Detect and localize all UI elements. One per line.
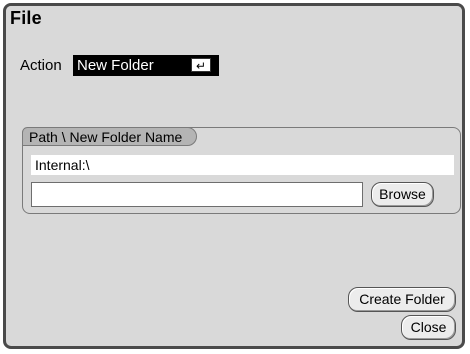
action-selected-value: New Folder (77, 57, 154, 74)
action-label: Action (20, 57, 62, 74)
create-folder-button[interactable]: Create Folder (348, 287, 456, 312)
dialog-title: File (10, 8, 42, 28)
browse-button[interactable]: Browse (371, 182, 434, 207)
folder-name-input[interactable] (31, 182, 363, 207)
close-button[interactable]: Close (401, 315, 456, 340)
action-select[interactable]: New Folder ↵ (73, 55, 219, 76)
title-bar: File (6, 6, 462, 32)
file-dialog: File Action New Folder ↵ Path \ New Fold… (3, 3, 465, 349)
current-path-display: Internal:\ (31, 155, 454, 175)
enter-icon: ↵ (191, 58, 211, 73)
path-group-legend: Path \ New Folder Name (22, 127, 198, 146)
path-group: Path \ New Folder Name Internal:\ Browse (22, 127, 461, 214)
